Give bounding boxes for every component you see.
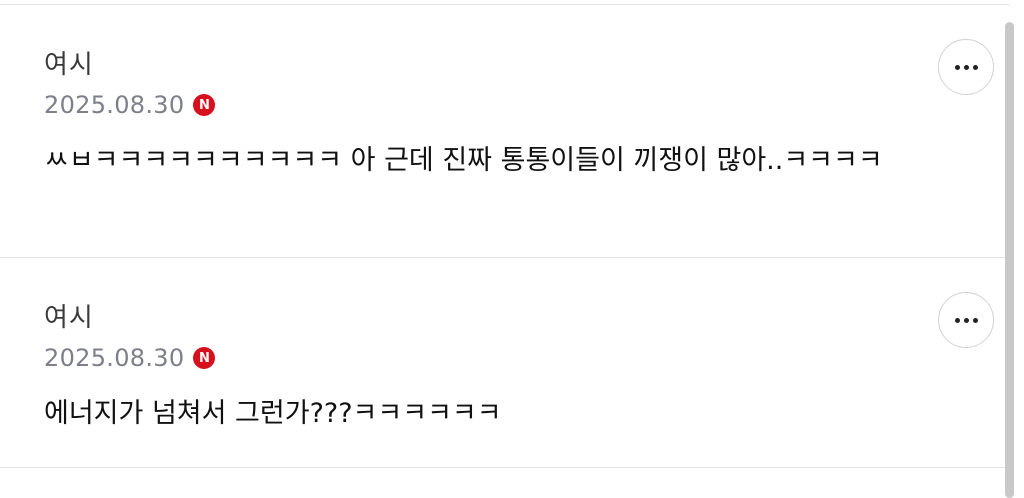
comment-item: 여시 2025.08.30 N 에너지가 넘쳐서 그런가???ㅋㅋㅋㅋㅋㅋ — [0, 258, 1010, 468]
comment-date: 2025.08.30 — [44, 91, 185, 119]
scrollbar-thumb[interactable] — [1005, 22, 1014, 498]
more-horizontal-icon — [954, 64, 978, 70]
comment-body: ㅆㅂㅋㅋㅋㅋㅋㅋㅋㅋㅋㅋ 아 근데 진짜 통통이들이 끼쟁이 많아..ㅋㅋㅋㅋ — [44, 145, 883, 176]
comment-list-page: 여시 2025.08.30 N ㅆㅂㅋㅋㅋㅋㅋㅋㅋㅋㅋㅋ 아 근데 진짜 통통이… — [0, 0, 1024, 498]
comment-date: 2025.08.30 — [44, 344, 185, 372]
new-badge-icon: N — [193, 94, 216, 116]
comment-meta: 2025.08.30 N — [44, 90, 216, 120]
comment-author[interactable]: 여시 — [44, 303, 94, 333]
comment-body: 에너지가 넘쳐서 그런가???ㅋㅋㅋㅋㅋㅋ — [44, 398, 502, 429]
more-options-button[interactable] — [938, 292, 994, 348]
comment-meta: 2025.08.30 N — [44, 343, 216, 373]
more-horizontal-icon — [954, 317, 978, 323]
more-options-button[interactable] — [938, 39, 994, 95]
new-badge-icon: N — [193, 347, 216, 369]
comment-author[interactable]: 여시 — [44, 50, 94, 80]
comment-item: 여시 2025.08.30 N ㅆㅂㅋㅋㅋㅋㅋㅋㅋㅋㅋㅋ 아 근데 진짜 통통이… — [0, 5, 1010, 258]
